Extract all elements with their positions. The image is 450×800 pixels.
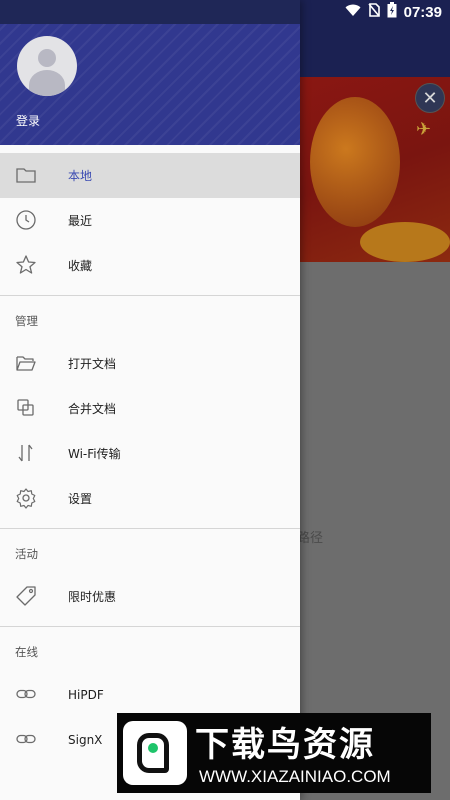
menu-item-favorites[interactable]: 收藏 [0,243,300,288]
folder-icon [15,164,37,186]
avatar[interactable] [17,36,77,96]
menu-item-label: 最近 [68,214,93,228]
section-title: 在线 [15,645,38,659]
menu-item-label: 设置 [68,492,93,506]
no-sim-icon [368,3,380,21]
clock-icon [15,209,37,231]
login-link[interactable]: 登录 [16,112,40,129]
path-hint-text: 路径 [297,531,324,546]
section-title: 活动 [15,547,38,561]
link-icon [15,683,37,705]
menu-item-label: 限时优惠 [68,590,117,604]
menu-item-label: HiPDF [68,687,104,702]
watermark-url: WWW.XIAZAINIAO.COM [199,767,391,786]
bird-logo-icon [123,721,187,785]
menu-item-label: Wi-Fi传输 [68,447,121,461]
menu-item-label: SignX [68,732,103,747]
gear-icon [15,487,37,509]
watermark-title: 下载鸟资源 [195,725,375,765]
menu-item-label: 收藏 [68,259,93,273]
menu-item-wifi-transfer[interactable]: Wi-Fi传输 [0,431,300,476]
tag-icon [15,585,37,607]
open-folder-icon [15,352,37,374]
menu-item-label: 合并文档 [68,402,117,416]
drawer-menu: 本地 最近 收藏 管理 打开文档 合并文档 Wi-Fi传输 设置 活动 限时优惠… [0,153,300,762]
banner-graphic [310,97,400,227]
banner-planet [360,222,450,262]
watermark-banner: 下载鸟资源 WWW.XIAZAINIAO.COM [117,713,431,793]
menu-item-settings[interactable]: 设置 [0,476,300,521]
section-header-activity: 活动 [0,529,300,574]
wifi-icon [345,4,361,21]
clock-time: 07:39 [403,3,442,21]
menu-item-label: 打开文档 [68,357,117,371]
section-header-online: 在线 [0,627,300,672]
menu-item-merge-document[interactable]: 合并文档 [0,386,300,431]
section-title: 管理 [15,314,38,328]
plane-icon: ✈ [416,119,432,140]
battery-icon [387,2,397,22]
menu-item-label: 本地 [68,169,93,183]
link-icon [15,728,37,750]
section-header-manage: 管理 [0,296,300,341]
transfer-icon [15,442,37,464]
menu-item-open-document[interactable]: 打开文档 [0,341,300,386]
logo-dot [148,743,158,753]
logo-shape [137,733,169,773]
star-icon [15,254,37,276]
menu-item-local[interactable]: 本地 [0,153,300,198]
menu-item-hipdf[interactable]: HiPDF [0,672,300,717]
status-bar-drawer-area [0,0,300,24]
navigation-drawer: 登录 本地 最近 收藏 管理 打开文档 合并文档 Wi-Fi传输 设置 活动 限… [0,0,300,800]
menu-item-limited-offer[interactable]: 限时优惠 [0,574,300,619]
status-bar: 07:39 [0,0,450,24]
avatar-head [38,49,56,67]
banner-close-button[interactable]: ✕ [415,83,445,113]
merge-icon [15,397,37,419]
menu-item-recent[interactable]: 最近 [0,198,300,243]
avatar-body [29,70,65,96]
